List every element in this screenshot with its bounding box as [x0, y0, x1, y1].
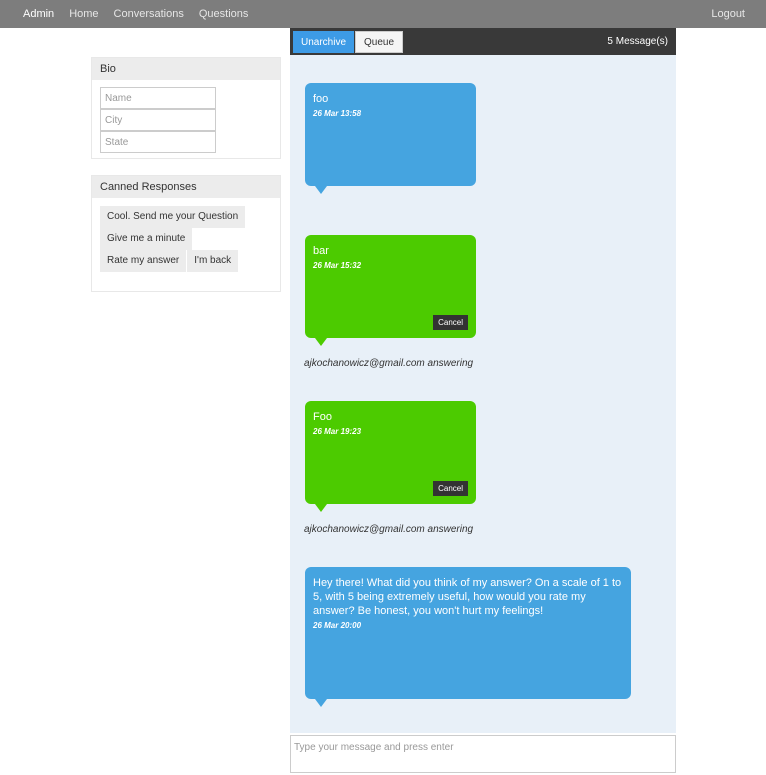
canned-cool-button[interactable]: Cool. Send me your Question	[100, 206, 246, 228]
cancel-button[interactable]: Cancel	[433, 315, 468, 330]
answering-status: ajkochanowicz@gmail.com answering	[304, 358, 474, 369]
logout-link[interactable]: Logout	[711, 8, 745, 20]
brand-link[interactable]: Admin	[23, 8, 54, 20]
message-time: 26 Mar 15:32	[313, 261, 362, 270]
message-time: 26 Mar 13:58	[313, 109, 362, 118]
chat-toolbar: Unarchive Queue 5 Message(s)	[290, 28, 676, 55]
message-bubble: bar 26 Mar 15:32 Cancel	[305, 235, 476, 346]
message-text: foo	[313, 93, 329, 105]
answering-status: ajkochanowicz@gmail.com answering	[304, 524, 474, 535]
city-input[interactable]	[100, 109, 216, 131]
bubble-tail	[315, 699, 327, 707]
message-bubble: foo 26 Mar 13:58	[305, 83, 476, 194]
cancel-button[interactable]: Cancel	[433, 481, 468, 496]
bubble-tail	[315, 504, 327, 512]
canned-im-back-button[interactable]: I'm back	[187, 250, 239, 272]
bubble-tail	[315, 186, 327, 194]
nav-home[interactable]: Home	[69, 8, 98, 20]
canned-give-minute-button[interactable]: Give me a minute	[100, 228, 193, 250]
canned-heading: Canned Responses	[92, 176, 280, 198]
queue-button[interactable]: Queue	[355, 31, 404, 53]
canned-responses-panel: Canned Responses Cool. Send me your Ques…	[91, 175, 281, 292]
message-text: Foo	[313, 411, 332, 423]
bio-panel: Bio	[91, 57, 281, 159]
top-navbar: Admin Home Conversations Questions Logou…	[0, 0, 766, 28]
chat-area[interactable]: foo 26 Mar 13:58 bar 26 Mar 15:32 Cancel…	[290, 55, 676, 733]
unarchive-button[interactable]: Unarchive	[293, 31, 355, 53]
canned-list: Cool. Send me your Question Give me a mi…	[92, 198, 262, 272]
name-input[interactable]	[100, 87, 216, 109]
nav-conversations[interactable]: Conversations	[114, 8, 184, 20]
message-count: 5 Message(s)	[607, 36, 668, 47]
state-input[interactable]	[100, 131, 216, 153]
nav-questions[interactable]: Questions	[199, 8, 249, 20]
message-bubble: Foo 26 Mar 19:23 Cancel	[305, 401, 476, 512]
canned-rate-answer-button[interactable]: Rate my answer	[100, 250, 187, 272]
message-bubble: Hey there! What did you think of my answ…	[305, 567, 631, 707]
message-input[interactable]	[290, 735, 676, 773]
bubble-tail	[315, 338, 327, 346]
message-text: bar	[313, 245, 329, 257]
message-time: 26 Mar 20:00	[313, 621, 362, 630]
message-text: Hey there! What did you think of my answ…	[313, 577, 622, 617]
message-time: 26 Mar 19:23	[313, 427, 362, 436]
bio-heading: Bio	[92, 58, 280, 80]
bio-fields	[92, 80, 280, 153]
